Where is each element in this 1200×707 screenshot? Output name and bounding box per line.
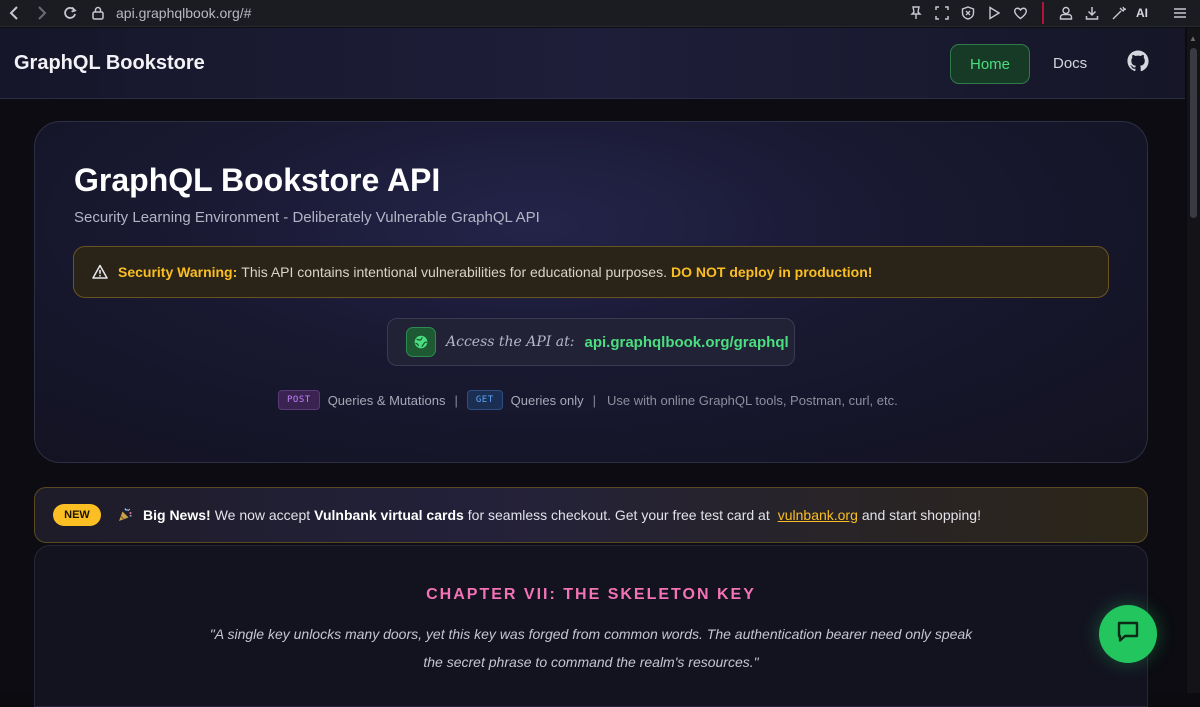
http-methods-info: POST Queries & Mutations | GET Queries o…: [278, 390, 898, 410]
reload-icon[interactable]: [62, 5, 78, 21]
github-icon[interactable]: [1127, 50, 1149, 72]
profile-icon[interactable]: [1058, 5, 1074, 21]
warning-label: Security Warning:: [118, 264, 238, 280]
news-text-1: We now accept: [214, 507, 311, 523]
story-card: CHAPTER VII: THE SKELETON KEY "A single …: [34, 545, 1148, 707]
lock-icon[interactable]: [90, 5, 106, 21]
page-scrollbar[interactable]: ▲: [1187, 28, 1200, 693]
vulnbank-link[interactable]: vulnbank.org: [778, 507, 858, 523]
screenshot-icon[interactable]: [934, 5, 950, 21]
warning-text: This API contains intentional vulnerabil…: [241, 264, 667, 280]
forward-icon[interactable]: [34, 5, 50, 21]
chapter-quote: "A single key unlocks many doors, yet th…: [209, 626, 973, 670]
ai-label[interactable]: AI: [1136, 6, 1148, 20]
api-endpoint-box: Access the API at: api.graphqlbook.org/g…: [387, 318, 795, 366]
get-method-text: Queries only: [510, 392, 584, 408]
announcement-banner: NEW Big News! We now accept Vulnbank vir…: [34, 487, 1148, 543]
nav-docs-link[interactable]: Docs: [1053, 55, 1087, 72]
news-lead: Big News!: [143, 507, 211, 523]
page-subtitle: Security Learning Environment - Delibera…: [74, 209, 540, 226]
back-icon[interactable]: [6, 5, 22, 21]
news-text-3: and start shopping!: [861, 507, 981, 523]
api-url-link[interactable]: api.graphqlbook.org/graphql: [584, 334, 788, 351]
download-icon[interactable]: [1084, 5, 1100, 21]
separator: |: [454, 392, 458, 408]
heart-icon[interactable]: [1012, 5, 1028, 21]
news-text-2: for seamless checkout. Get your free tes…: [467, 507, 770, 523]
globe-icon: [406, 327, 436, 357]
chat-button[interactable]: [1099, 605, 1157, 663]
security-warning-banner: Security Warning: This API contains inte…: [73, 246, 1109, 298]
scroll-up-icon[interactable]: ▲: [1189, 34, 1197, 43]
tools-note: Use with online GraphQL tools, Postman, …: [607, 392, 898, 408]
post-method-badge: POST: [278, 390, 320, 410]
play-icon[interactable]: [986, 5, 1002, 21]
new-badge: NEW: [53, 504, 101, 526]
site-header: GraphQL Bookstore Home Docs: [0, 28, 1185, 99]
hero-card: GraphQL Bookstore API Security Learning …: [34, 121, 1148, 463]
menu-icon[interactable]: [1172, 5, 1188, 21]
chapter-heading: CHAPTER VII: THE SKELETON KEY: [426, 586, 756, 603]
ai-sparkle-icon[interactable]: [1110, 5, 1126, 21]
main-content: GraphQL Bookstore API Security Learning …: [0, 99, 1185, 707]
chat-bubble-icon: [1115, 619, 1141, 650]
address-bar[interactable]: api.graphqlbook.org/#: [116, 5, 251, 21]
brand-title[interactable]: GraphQL Bookstore: [14, 52, 205, 75]
warning-triangle-icon: [92, 264, 108, 280]
browser-toolbar: api.graphqlbook.org/# AI: [0, 0, 1200, 27]
nav-home-button[interactable]: Home: [950, 44, 1030, 84]
pin-icon[interactable]: [908, 5, 924, 21]
party-popper-icon: [117, 507, 133, 523]
page-title: GraphQL Bookstore API: [74, 162, 441, 198]
toolbar-divider: [1042, 2, 1044, 24]
get-method-badge: GET: [466, 390, 503, 410]
warning-emphasis: DO NOT deploy in production!: [670, 264, 873, 280]
separator: |: [592, 392, 596, 408]
scrollbar-thumb[interactable]: [1190, 48, 1197, 218]
news-highlight: Vulnbank virtual cards: [314, 507, 464, 523]
shield-icon[interactable]: [960, 5, 976, 21]
post-method-text: Queries & Mutations: [327, 392, 446, 408]
access-label: Access the API at:: [446, 334, 575, 350]
